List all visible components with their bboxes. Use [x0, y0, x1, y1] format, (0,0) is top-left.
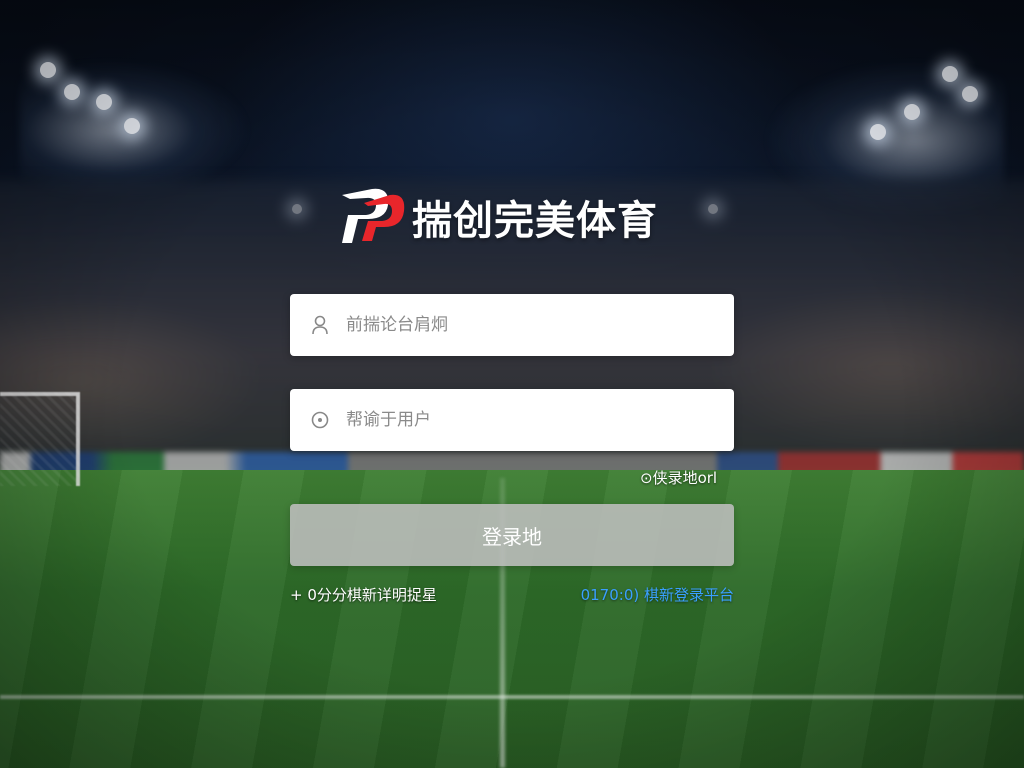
vignette-overlay	[0, 0, 1024, 768]
footer-right-link[interactable]: 0170:0) 棋新登录平台	[581, 583, 734, 605]
pp-logo-icon	[342, 188, 405, 243]
forgot-password-link[interactable]: ⊙侠录地orl	[640, 466, 717, 488]
footer-left-text: + 0分分棋新详明捉星	[290, 583, 437, 605]
username-field[interactable]	[290, 294, 734, 356]
brand-logo: 揣创完美体育	[338, 185, 684, 249]
login-button[interactable]: 登录地	[290, 504, 734, 566]
brand-name: 揣创完美体育	[412, 198, 658, 244]
footer-left-label: + 0分分棋新详明捉星	[290, 585, 437, 604]
username-input[interactable]	[344, 314, 728, 336]
password-input[interactable]	[344, 409, 728, 431]
footer-right-label: 0170:0) 棋新登录平台	[580, 585, 734, 604]
lock-icon	[310, 410, 330, 430]
forgot-password-label: ⊙侠录地orl	[640, 468, 718, 487]
user-icon	[310, 315, 330, 335]
password-field[interactable]	[290, 389, 734, 451]
stadium-background	[0, 0, 1024, 768]
